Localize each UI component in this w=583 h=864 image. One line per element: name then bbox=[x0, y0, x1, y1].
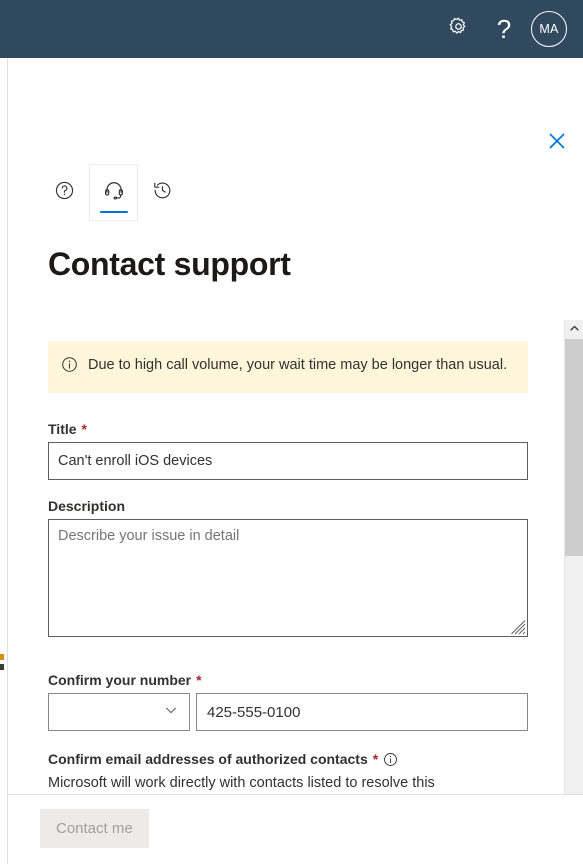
contacts-label-text: Confirm email addresses of authorized co… bbox=[48, 751, 368, 767]
page-behind-sliver bbox=[0, 58, 8, 864]
contact-me-button[interactable]: Contact me bbox=[40, 809, 149, 848]
help-button[interactable]: ? bbox=[481, 6, 527, 52]
description-textarea[interactable] bbox=[48, 519, 528, 637]
title-field-label: Title * bbox=[48, 421, 528, 437]
description-field-label: Description bbox=[48, 498, 528, 514]
panel-scroll-region: Due to high call volume, your wait time … bbox=[8, 320, 583, 852]
info-circle-icon bbox=[61, 356, 78, 378]
phone-field-label: Confirm your number * bbox=[48, 672, 528, 688]
phone-row bbox=[48, 693, 528, 731]
support-flyout-screen: ? MA Contact support Due to high call vo… bbox=[0, 0, 583, 864]
phone-number-input[interactable] bbox=[196, 693, 528, 731]
title-label-text: Title bbox=[48, 421, 77, 437]
gear-icon bbox=[448, 16, 469, 42]
description-field-group: Description bbox=[48, 498, 528, 642]
contacts-info-icon[interactable] bbox=[383, 752, 398, 767]
avatar[interactable]: MA bbox=[531, 11, 567, 47]
tab-history[interactable] bbox=[138, 164, 187, 221]
question-mark-icon: ? bbox=[496, 14, 512, 44]
description-label-text: Description bbox=[48, 498, 126, 514]
scrollbar-thumb[interactable] bbox=[565, 339, 583, 556]
phone-field-group: Confirm your number * bbox=[48, 672, 528, 731]
contacts-field-group: Confirm email addresses of authorized co… bbox=[48, 751, 528, 794]
question-circle-icon bbox=[54, 180, 75, 206]
avatar-initials: MA bbox=[539, 22, 559, 36]
chevron-up-icon bbox=[569, 321, 580, 339]
description-textarea-wrapper bbox=[48, 519, 528, 642]
phone-label-text: Confirm your number bbox=[48, 672, 192, 688]
panel-tabs bbox=[40, 164, 187, 221]
headset-icon bbox=[103, 179, 125, 206]
close-button[interactable] bbox=[540, 126, 574, 160]
panel-content: Due to high call volume, your wait time … bbox=[8, 341, 556, 794]
contacts-field-label: Confirm email addresses of authorized co… bbox=[48, 751, 528, 767]
close-icon bbox=[547, 131, 567, 156]
support-panel: Contact support Due to high call volume,… bbox=[8, 58, 583, 864]
panel-footer: Contact me bbox=[8, 794, 583, 864]
phone-required-marker: * bbox=[196, 672, 202, 688]
contacts-help-text: Microsoft will work directly with contac… bbox=[48, 775, 435, 791]
history-clock-icon bbox=[152, 180, 173, 206]
contacts-required-marker: * bbox=[372, 751, 379, 767]
title-required-marker: * bbox=[81, 421, 87, 437]
page-title: Contact support bbox=[48, 246, 291, 282]
tab-selected-indicator bbox=[99, 210, 128, 213]
panel-scrollbar[interactable] bbox=[564, 320, 583, 852]
message-bar-text: Due to high call volume, your wait time … bbox=[88, 357, 508, 373]
behind-marker-2 bbox=[0, 664, 4, 670]
global-header: ? MA bbox=[0, 0, 583, 58]
chevron-down-icon bbox=[164, 703, 178, 721]
country-code-dropdown[interactable] bbox=[48, 693, 190, 731]
settings-button[interactable] bbox=[435, 6, 481, 52]
tab-contact-support[interactable] bbox=[89, 164, 138, 221]
title-field-group: Title * bbox=[48, 421, 528, 480]
behind-marker-1 bbox=[0, 654, 4, 660]
title-input[interactable] bbox=[48, 442, 528, 480]
scroll-up-button[interactable] bbox=[565, 320, 583, 339]
wait-time-message-bar: Due to high call volume, your wait time … bbox=[48, 341, 528, 393]
tab-help[interactable] bbox=[40, 164, 89, 221]
